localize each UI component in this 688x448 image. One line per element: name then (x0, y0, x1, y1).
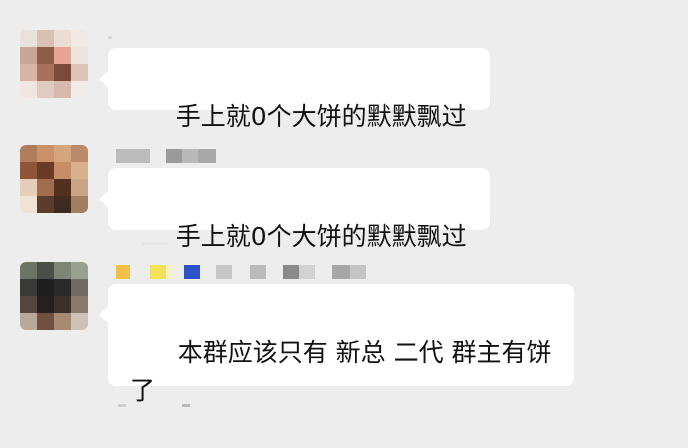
chat-message: 本群应该只有 新总 二代 群主有饼 了 (0, 0, 688, 408)
avatar[interactable] (20, 262, 88, 330)
divider (118, 404, 126, 407)
chat-message-list[interactable]: 手上就0个大饼的默默飘过 手上就0个大饼的默默飘过 本群应该只有 新总 二代 群… (0, 0, 688, 408)
sender-name-redacted (108, 265, 368, 279)
divider (182, 404, 190, 407)
message-text: 本群应该只有 新总 二代 群主有饼 了 (130, 338, 552, 405)
message-bubble[interactable]: 本群应该只有 新总 二代 群主有饼 了 (99, 284, 574, 405)
